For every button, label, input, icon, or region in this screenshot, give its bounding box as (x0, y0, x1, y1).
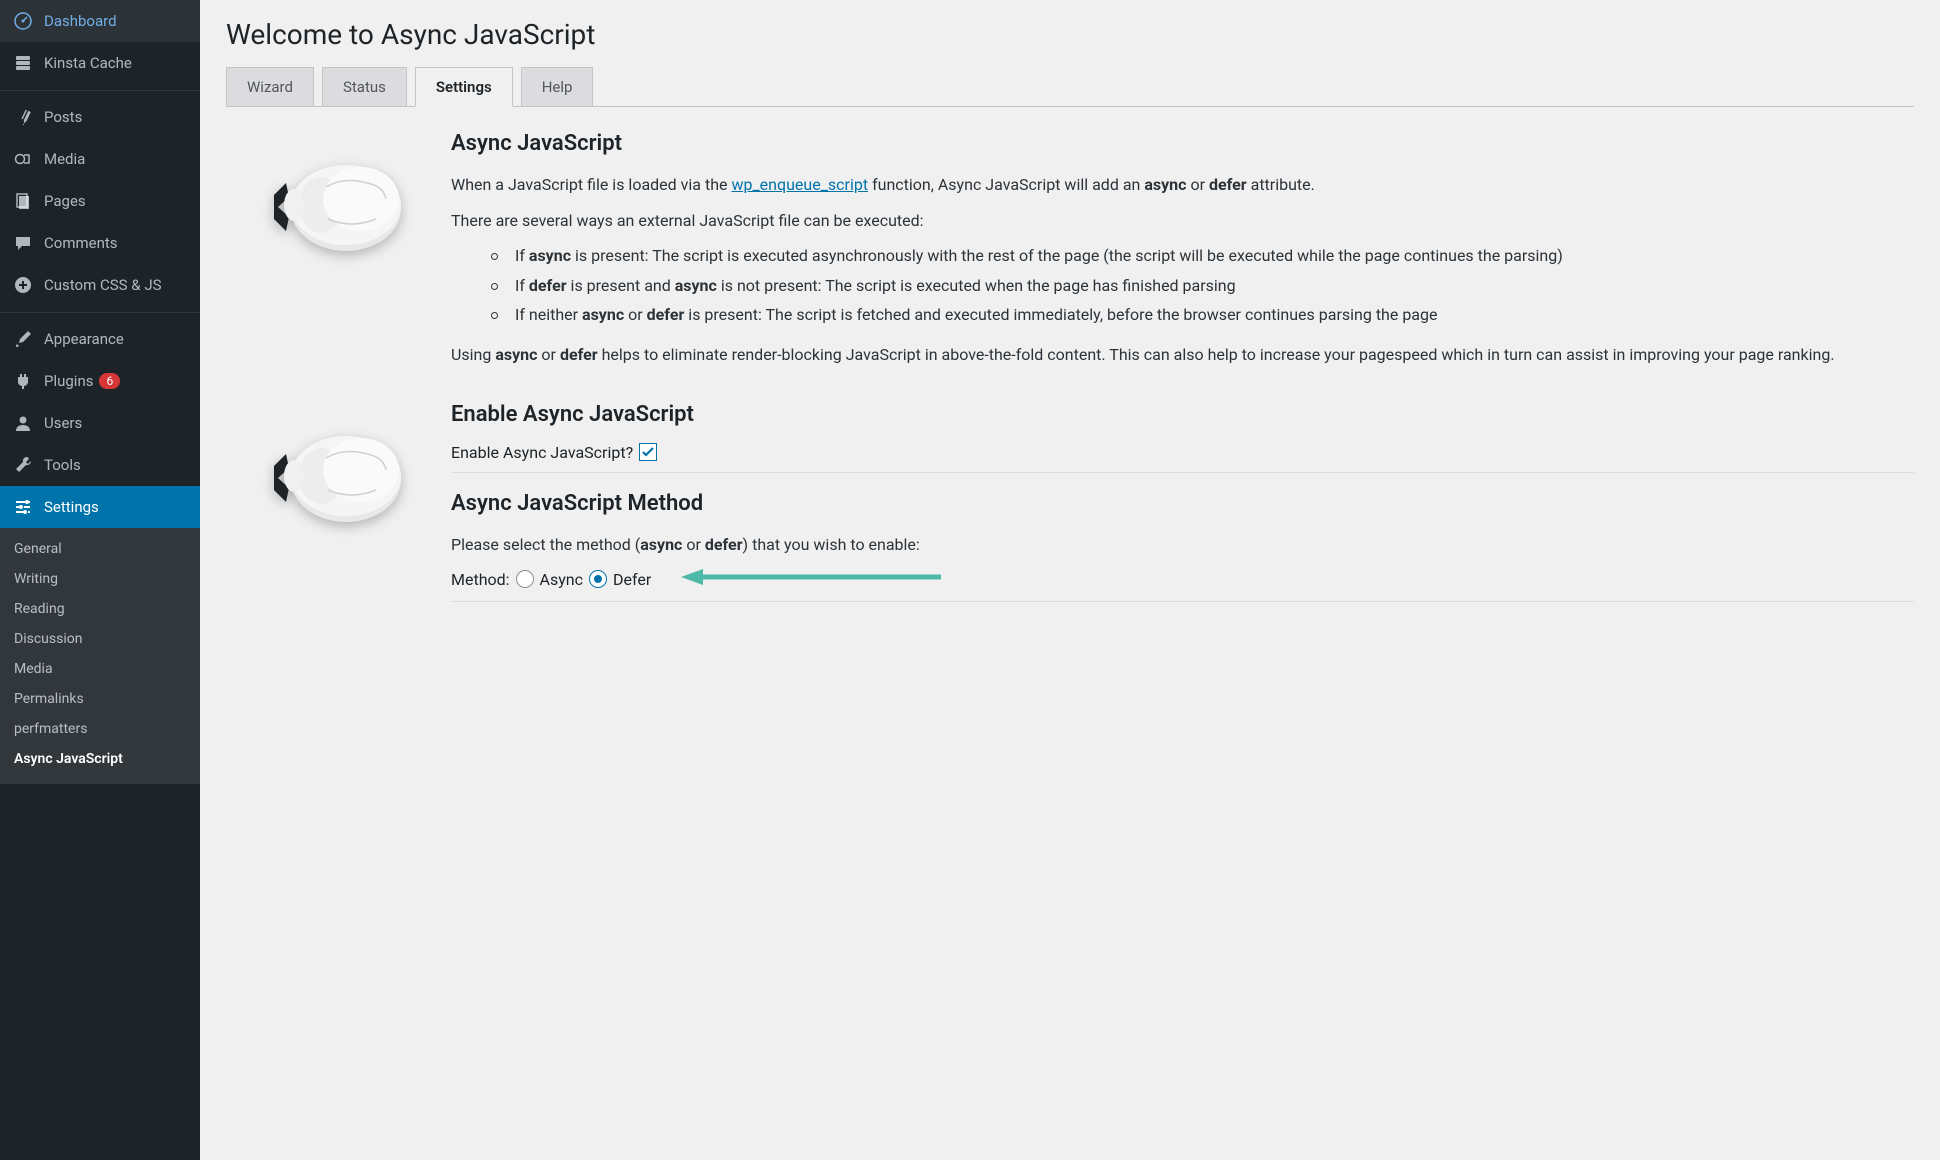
section-heading: Async JavaScript (451, 131, 1914, 156)
sidebar-label: Posts (44, 108, 82, 126)
sidebar-label: Tools (44, 456, 81, 474)
submenu-media[interactable]: Media (0, 654, 200, 684)
dashboard-icon (12, 10, 34, 32)
sidebar-label: Settings (44, 498, 99, 516)
submenu-permalinks[interactable]: Permalinks (0, 684, 200, 714)
submenu-reading[interactable]: Reading (0, 594, 200, 624)
sidebar-label: Appearance (44, 330, 124, 348)
enable-checkbox[interactable] (639, 443, 657, 461)
tabs: Wizard Status Settings Help (226, 67, 1914, 107)
tab-help[interactable]: Help (521, 67, 594, 107)
sidebar-label: Pages (44, 192, 86, 210)
sidebar-item-plugins[interactable]: Plugins 6 (0, 360, 200, 402)
section-enable-content: Enable Async JavaScript Enable Async Jav… (451, 402, 1914, 621)
list-item: If neither async or defer is present: Th… (491, 302, 1914, 328)
sidebar-item-custom-css-js[interactable]: Custom CSS & JS (0, 264, 200, 306)
intro-text: When a JavaScript file is loaded via the… (451, 172, 1914, 198)
radio-async-label: Async (540, 570, 583, 589)
list-item: If async is present: The script is execu… (491, 243, 1914, 269)
radio-async[interactable] (516, 570, 534, 588)
sidebar-label: Kinsta Cache (44, 54, 132, 72)
list-item: If defer is present and async is not pre… (491, 273, 1914, 299)
submenu-perfmatters[interactable]: perfmatters (0, 714, 200, 744)
enable-row: Enable Async JavaScript? (451, 443, 1914, 462)
method-row: Method: Async Defer (451, 567, 1914, 591)
section-intro: Async JavaScript When a JavaScript file … (226, 131, 1914, 378)
method-prompt: Please select the method (async or defer… (451, 532, 1914, 558)
section-enable: Enable Async JavaScript Enable Async Jav… (226, 402, 1914, 621)
sidebar-item-tools[interactable]: Tools (0, 444, 200, 486)
wp-enqueue-link[interactable]: wp_enqueue_script (731, 175, 868, 194)
sidebar-item-media[interactable]: Media (0, 138, 200, 180)
settings-submenu: General Writing Reading Discussion Media… (0, 528, 200, 784)
plugin-icon (12, 370, 34, 392)
admin-sidebar: Dashboard Kinsta Cache Posts Media Pages… (0, 0, 200, 1160)
sidebar-item-pages[interactable]: Pages (0, 180, 200, 222)
submenu-async-javascript[interactable]: Async JavaScript (0, 744, 200, 774)
enable-label: Enable Async JavaScript? (451, 443, 633, 462)
sidebar-label: Dashboard (44, 12, 117, 30)
annotation-arrow-icon (681, 567, 941, 591)
pin-icon (12, 106, 34, 128)
sidebar-item-users[interactable]: Users (0, 402, 200, 444)
pages-icon (12, 190, 34, 212)
sliders-icon (12, 496, 34, 518)
section-heading: Enable Async JavaScript (451, 402, 1914, 427)
sidebar-label: Users (44, 414, 82, 432)
comments-icon (12, 232, 34, 254)
media-icon (12, 148, 34, 170)
tab-settings[interactable]: Settings (415, 67, 513, 107)
divider (451, 472, 1914, 473)
sidebar-item-settings[interactable]: Settings (0, 486, 200, 528)
intro-text-3: Using async or defer helps to eliminate … (451, 342, 1914, 368)
sidebar-label: Custom CSS & JS (44, 276, 162, 294)
tab-wizard[interactable]: Wizard (226, 67, 314, 107)
submenu-discussion[interactable]: Discussion (0, 624, 200, 654)
sidebar-item-posts[interactable]: Posts (0, 96, 200, 138)
user-icon (12, 412, 34, 434)
sidebar-item-dashboard[interactable]: Dashboard (0, 0, 200, 42)
execution-list: If async is present: The script is execu… (451, 243, 1914, 328)
sidebar-item-appearance[interactable]: Appearance (0, 318, 200, 360)
brush-icon (12, 328, 34, 350)
radio-defer[interactable] (589, 570, 607, 588)
section-intro-content: Async JavaScript When a JavaScript file … (451, 131, 1914, 378)
wrench-icon (12, 454, 34, 476)
plus-circle-icon (12, 274, 34, 296)
cache-icon (12, 52, 34, 74)
plugins-badge: 6 (99, 373, 120, 389)
method-label: Method: (451, 570, 510, 589)
section-heading: Async JavaScript Method (451, 491, 1914, 516)
sidebar-item-kinsta-cache[interactable]: Kinsta Cache (0, 42, 200, 84)
sidebar-label: Plugins (44, 372, 93, 390)
sidebar-label: Media (44, 150, 85, 168)
main-content: Welcome to Async JavaScript Wizard Statu… (200, 0, 1940, 1160)
submenu-writing[interactable]: Writing (0, 564, 200, 594)
page-title: Welcome to Async JavaScript (226, 18, 1914, 51)
submenu-general[interactable]: General (0, 534, 200, 564)
intro-text-2: There are several ways an external JavaS… (451, 208, 1914, 234)
tab-status[interactable]: Status (322, 67, 407, 107)
pointing-hand-icon (226, 402, 451, 621)
radio-defer-label: Defer (613, 570, 651, 589)
divider (451, 601, 1914, 602)
sidebar-item-comments[interactable]: Comments (0, 222, 200, 264)
sidebar-label: Comments (44, 234, 118, 252)
pointing-hand-icon (226, 131, 451, 378)
